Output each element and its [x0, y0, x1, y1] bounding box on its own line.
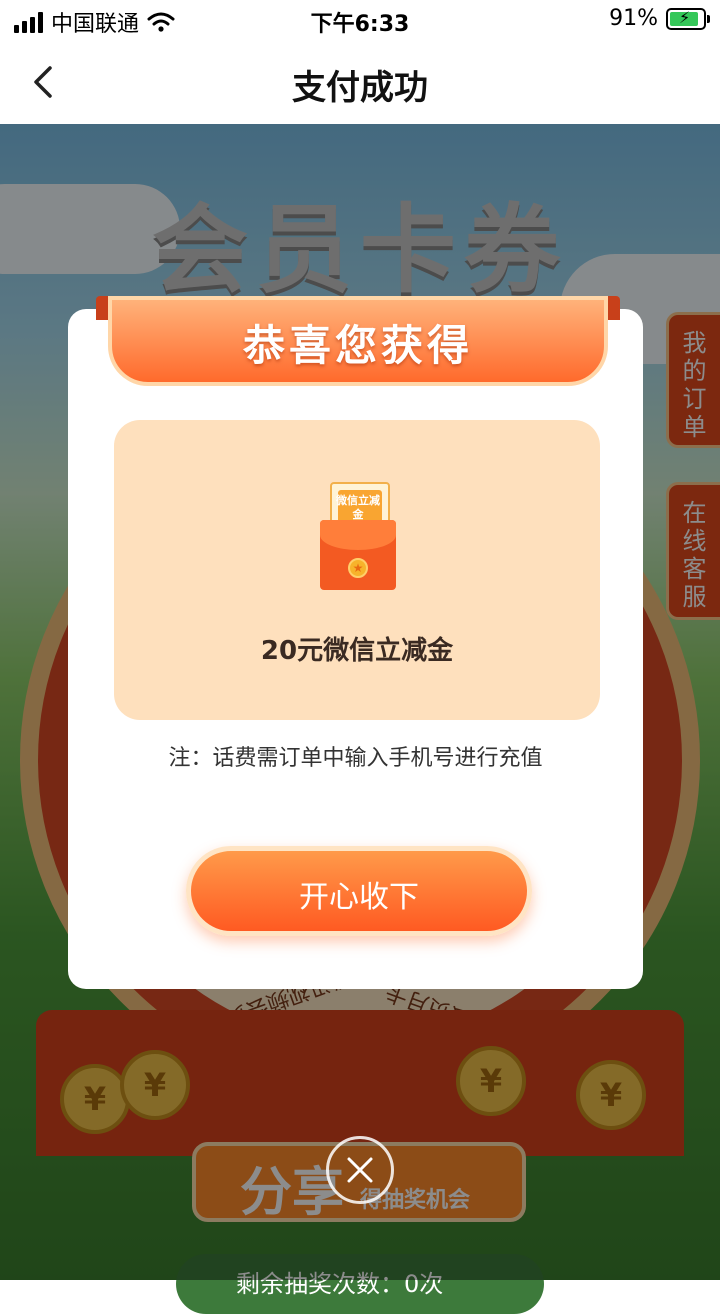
battery-icon: ⚡ — [666, 7, 710, 30]
battery-percent: 91% — [609, 6, 658, 31]
recharge-note: 注：话费需订单中输入手机号进行充值 — [168, 746, 543, 771]
red-envelope-icon: 微信立减金 ★ — [320, 480, 396, 590]
star-icon: ★ — [348, 558, 368, 578]
accept-button-label: 开心收下 — [299, 880, 419, 915]
envelope-label: 微信立减金 — [336, 494, 380, 521]
dialog-header: 恭喜您获得 — [242, 321, 473, 370]
nav-bar: 支付成功 — [0, 40, 720, 124]
close-icon[interactable] — [326, 1136, 394, 1204]
prize-name: 20元微信立减金 — [260, 636, 454, 666]
page-title: 支付成功 — [292, 68, 428, 108]
status-right: 91% ⚡ — [609, 6, 710, 31]
status-bar: 中国联通 下午6:33 91% ⚡ — [0, 0, 720, 40]
